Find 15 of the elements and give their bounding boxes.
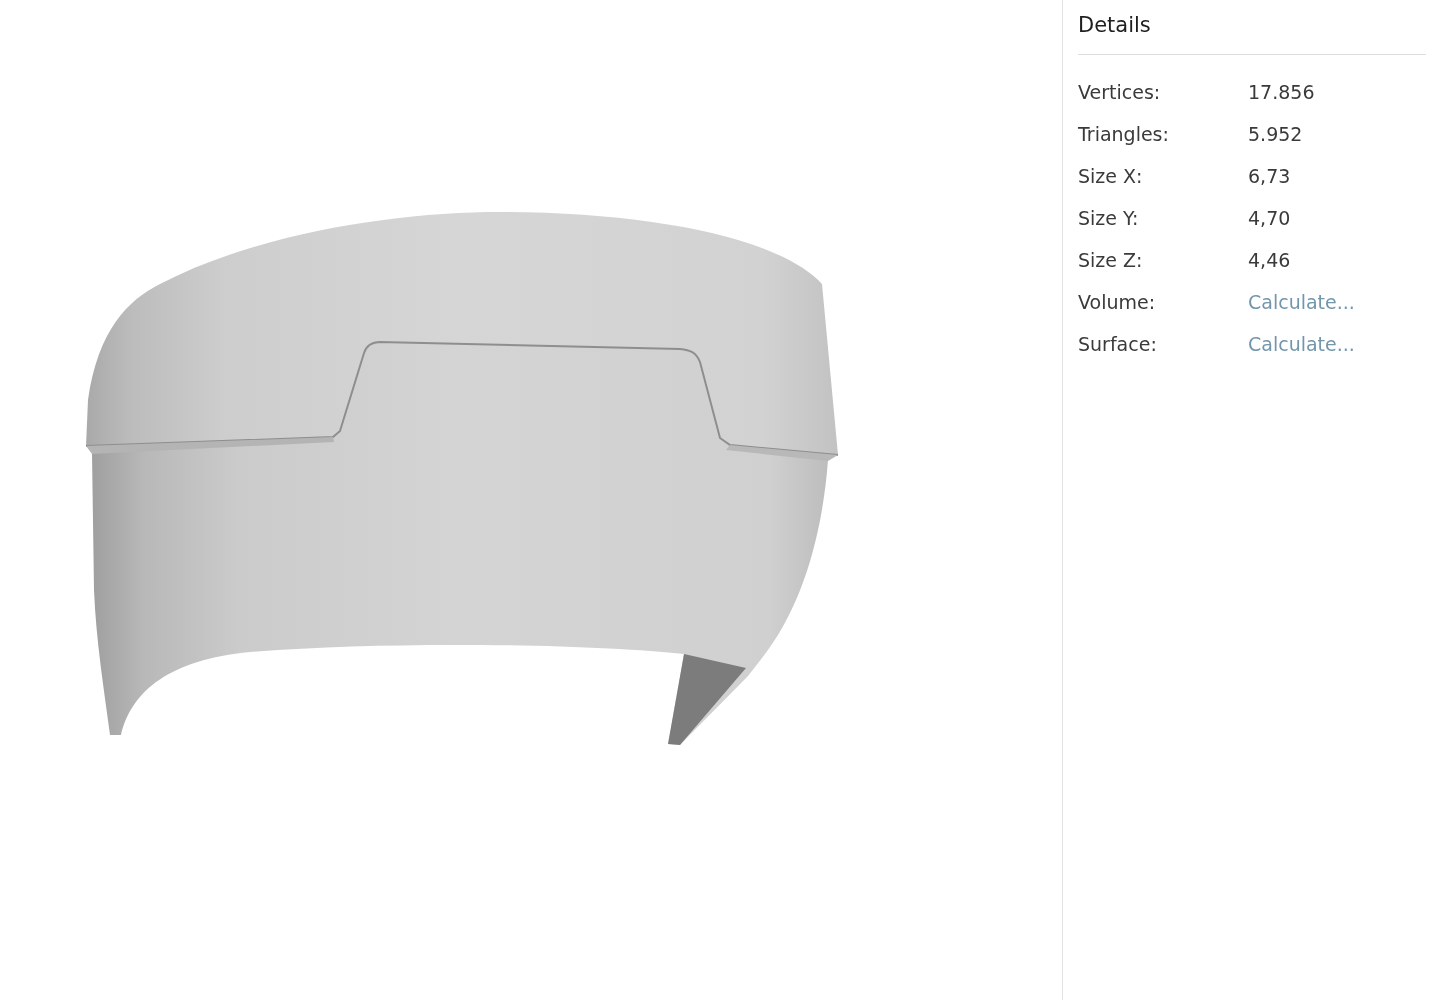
property-label: Vertices:: [1078, 81, 1162, 103]
property-value: 4,70: [1248, 207, 1291, 229]
property-value: 17.856: [1248, 81, 1315, 103]
calculate-link[interactable]: Calculate...: [1248, 291, 1355, 313]
calculate-link[interactable]: Calculate...: [1248, 333, 1355, 355]
property-label: Volume:: [1078, 291, 1157, 313]
property-label: Size X:: [1078, 165, 1144, 187]
property-label: Size Y:: [1078, 207, 1140, 229]
property-value: 4,46: [1248, 249, 1291, 271]
property-value: 6,73: [1248, 165, 1291, 187]
property-value: 5.952: [1248, 123, 1303, 145]
panel-title: Details: [1078, 12, 1151, 39]
property-label: Size Z:: [1078, 249, 1144, 271]
property-label: Surface:: [1078, 333, 1158, 355]
property-label: Triangles:: [1078, 123, 1170, 145]
